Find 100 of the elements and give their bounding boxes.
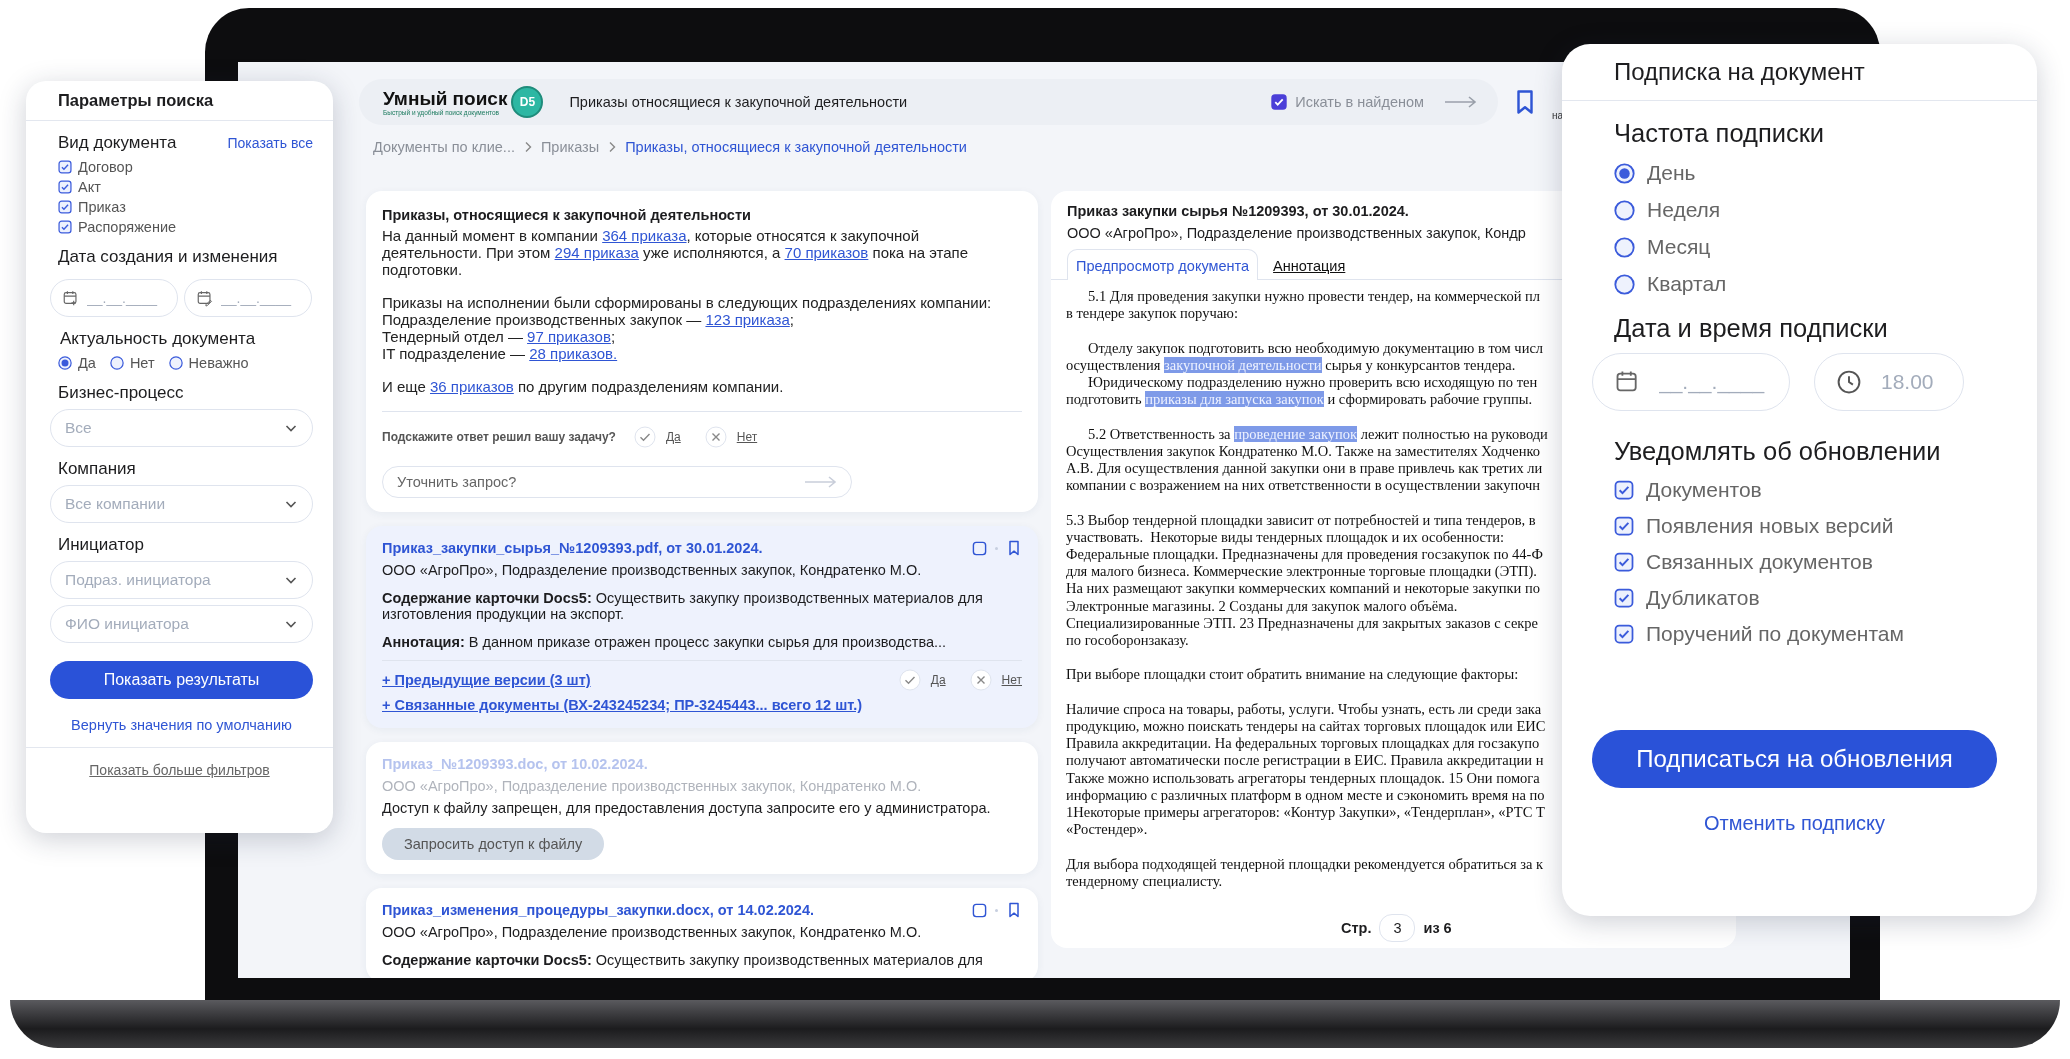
highlighted-text: закупочной деятельности bbox=[1164, 356, 1322, 373]
checkbox-label: Связанных документов bbox=[1646, 550, 1873, 574]
text-link[interactable]: 97 приказов bbox=[527, 328, 611, 345]
panel-title: Подписка на документ bbox=[1562, 58, 2037, 101]
refine-field[interactable]: Уточнить запрос? bbox=[382, 466, 852, 498]
subscribe-button[interactable]: Подписаться на обновления bbox=[1592, 730, 1997, 788]
radio-label: Да bbox=[78, 355, 96, 371]
square-icon[interactable] bbox=[972, 902, 987, 918]
close-circle-icon[interactable] bbox=[704, 426, 727, 448]
section-label: Частота подписки bbox=[1614, 119, 1826, 148]
no-link[interactable]: Нет bbox=[736, 430, 758, 444]
summary-text: Приказы на исполнении были сформированы в следующих подразделениях компании: bbox=[382, 294, 993, 311]
section-label: Дата создания и изменения bbox=[58, 247, 279, 267]
related-documents-link[interactable]: + Связанные документы (ВХ-243245234; ПР-3245443... всего 12 шт.) bbox=[382, 697, 862, 713]
business-process-dropdown[interactable]: Все bbox=[50, 409, 313, 447]
radio-button[interactable] bbox=[109, 356, 124, 370]
text-link[interactable]: 36 приказов bbox=[430, 378, 514, 395]
yes-link[interactable]: Да bbox=[665, 430, 681, 444]
result-card[interactable] bbox=[366, 888, 1038, 978]
document-text: 5.2 Ответственность за bbox=[1088, 425, 1232, 442]
checkbox-label: Акт bbox=[78, 179, 101, 195]
square-icon[interactable] bbox=[972, 540, 987, 556]
text-link[interactable]: 364 приказа bbox=[602, 227, 687, 244]
text-link[interactable]: 123 приказа bbox=[705, 311, 790, 328]
checkbox[interactable] bbox=[1614, 624, 1634, 644]
checkbox-label: Поручений по документам bbox=[1646, 622, 1904, 646]
bookmark-icon[interactable] bbox=[1006, 902, 1022, 918]
date-field[interactable]: __.__.____ bbox=[1592, 353, 1790, 411]
radio-label: Неделя bbox=[1647, 198, 1721, 222]
text-link[interactable]: 28 приказов. bbox=[529, 345, 618, 362]
time-field[interactable]: 18.00 bbox=[1814, 353, 1964, 411]
checkbox[interactable] bbox=[1614, 516, 1634, 536]
document-text: Для выбора подходящей тендерной площадки рекомендуется обратиться за к bbox=[1066, 855, 1544, 872]
document-text: 5.1 Для проведения закупки нужно провести тендер, на коммерческой пл bbox=[1088, 288, 1541, 304]
check-circle-icon[interactable] bbox=[633, 426, 656, 448]
radio-button[interactable] bbox=[1614, 236, 1635, 258]
versions-link[interactable]: + Предыдущие версии (3 шт) bbox=[382, 672, 591, 688]
radio-button[interactable] bbox=[1614, 273, 1635, 295]
document-text: Федеральные площадки. Предназначены для проведения госзакупок по 44-Ф bbox=[1066, 546, 1543, 562]
initiator-dropdown[interactable]: ФИО инициатора bbox=[50, 605, 313, 643]
document-text: На них размещают закупки коммерческих компаний и некоторые закупки по bbox=[1066, 580, 1540, 597]
show-all-link[interactable]: Показать все bbox=[227, 135, 313, 151]
document-text: Осуществления закупок Кондратенко М.О. Также на заместителях Ходченко bbox=[1066, 442, 1541, 459]
radio-button[interactable] bbox=[58, 356, 72, 370]
yes-link[interactable]: Да bbox=[930, 673, 946, 687]
tab[interactable]: Аннотация bbox=[1264, 249, 1355, 280]
logo-badge: D5 bbox=[511, 86, 544, 118]
section-label: Бизнес-процесс bbox=[58, 383, 185, 403]
checkbox[interactable] bbox=[1614, 552, 1634, 572]
date-field[interactable]: __.__.____ bbox=[50, 279, 178, 317]
radio-button[interactable] bbox=[168, 356, 183, 370]
checkbox[interactable] bbox=[1614, 480, 1634, 500]
breadcrumb-link[interactable]: Приказы, относящиеся к закупочной деятельности bbox=[625, 139, 967, 155]
checkbox[interactable] bbox=[1271, 94, 1288, 110]
panel-title: Параметры поиска bbox=[26, 91, 333, 121]
initiator-dropdown[interactable]: Подраз. инициатора bbox=[50, 561, 313, 599]
checkbox[interactable] bbox=[1614, 588, 1634, 608]
checkbox-label: Приказ bbox=[78, 199, 126, 215]
tab[interactable]: Предпросмотр документа bbox=[1067, 249, 1259, 280]
file-link[interactable]: Приказ_изменения_процедуры_закупки.docx, от 14.02.2024. bbox=[382, 902, 815, 918]
text-link[interactable]: 294 приказа bbox=[554, 244, 639, 261]
summary-text: И еще 36 приказов по другим подразделениям компании. bbox=[382, 378, 785, 395]
page-total: из 6 bbox=[1423, 920, 1452, 936]
checkbox-label: Договор bbox=[78, 159, 133, 175]
summary-title: Приказы, относящиеся к закупочной деятельности bbox=[382, 207, 752, 223]
checkbox[interactable] bbox=[58, 220, 72, 234]
summary-text: IT подразделение — 28 приказов. bbox=[382, 345, 619, 362]
checkbox[interactable] bbox=[58, 160, 72, 174]
document-meta: ООО «АгроПро», Подразделение производственных закупок, Кондратенко М.О. bbox=[382, 778, 923, 794]
date-field[interactable]: __.__.____ bbox=[184, 279, 312, 317]
more-filters-link[interactable]: Показать больше фильтров bbox=[26, 747, 333, 778]
document-meta: ООО «АгроПро», Подразделение производственных закупок, Кондратенко М.О. bbox=[382, 562, 923, 578]
result-card[interactable] bbox=[366, 526, 1038, 728]
bookmark-label: на bbox=[1552, 110, 1564, 121]
cancel-subscription-link[interactable]: Отменить подписку bbox=[1592, 812, 1997, 835]
section-label: Уведомлять об обновлении bbox=[1614, 437, 1942, 466]
summary-text: Подразделение производственных закупок — 123 приказа; bbox=[382, 311, 795, 328]
document-text: Также можно использовать агрегаторы тендерных площадок. 15 Они помога bbox=[1066, 769, 1540, 786]
document-text: для малого бизнеса. Коммерческие электронные торговые площадки (ЭТП). bbox=[1066, 563, 1537, 580]
checkbox[interactable] bbox=[58, 200, 72, 214]
reset-link[interactable]: Вернуть значения по умолчанию bbox=[50, 717, 313, 733]
radio-label: Месяц bbox=[1647, 235, 1711, 259]
radio-label: День bbox=[1647, 161, 1696, 185]
check-circle-icon[interactable] bbox=[898, 669, 921, 691]
no-link[interactable]: Нет bbox=[1001, 673, 1022, 687]
radio-button[interactable] bbox=[1614, 199, 1635, 221]
company-dropdown[interactable]: Все компании bbox=[50, 485, 313, 523]
calendar-pencil-icon bbox=[196, 289, 214, 307]
show-results-button[interactable]: Показать результаты bbox=[50, 661, 313, 699]
section-label: Инициатор bbox=[58, 535, 145, 555]
checkbox[interactable] bbox=[58, 180, 72, 194]
request-access-button[interactable]: Запросить доступ к файлу bbox=[382, 828, 605, 860]
bookmark-icon[interactable] bbox=[1006, 540, 1022, 556]
close-circle-icon[interactable] bbox=[969, 669, 992, 691]
section-label: Компания bbox=[58, 459, 137, 479]
file-link[interactable]: Приказ_закупки_сырья_№1209393.pdf, от 30.01.2024. bbox=[382, 540, 763, 556]
page-number-field[interactable]: 3 bbox=[1379, 914, 1416, 942]
radio-button[interactable] bbox=[1614, 162, 1635, 184]
search-input[interactable]: Приказы относящиеся к закупочной деятельности bbox=[569, 94, 1252, 110]
text-link[interactable]: 70 приказов bbox=[784, 244, 869, 261]
